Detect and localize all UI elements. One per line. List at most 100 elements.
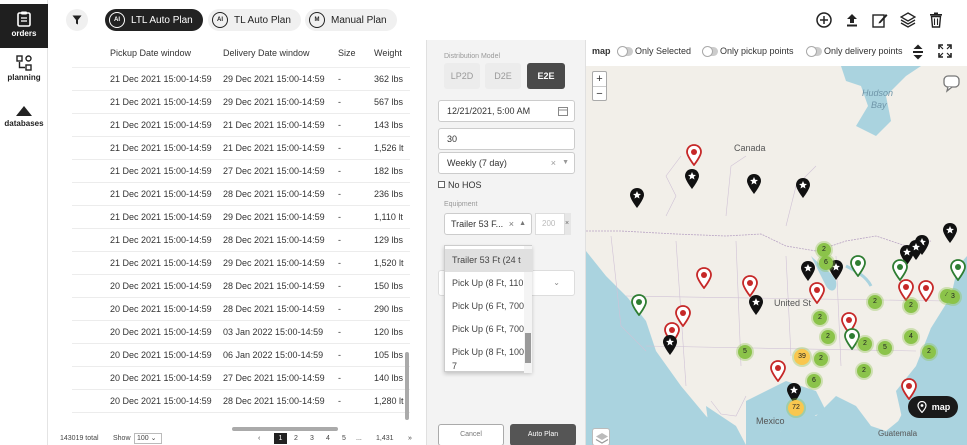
days-input[interactable]: 30 <box>438 128 575 150</box>
page-4-button[interactable]: 4 <box>326 435 330 442</box>
upload-button[interactable] <box>843 11 861 29</box>
map-cluster[interactable]: 6 <box>805 372 823 390</box>
nav-planning[interactable]: planning <box>0 55 48 91</box>
map-marker-icon[interactable] <box>942 222 958 244</box>
edit-button[interactable] <box>871 11 889 29</box>
map-view[interactable]: + − Hudson Bay Canada United St Mexico G… <box>586 66 967 445</box>
map-cluster[interactable]: 5 <box>876 339 894 357</box>
table-row[interactable]: 21 Dec 2021 15:00-14:59 28 Dec 2021 15:00… <box>72 229 410 252</box>
map-marker-icon[interactable] <box>918 280 934 302</box>
map-marker-icon[interactable] <box>800 260 816 282</box>
col-size-header[interactable]: Size <box>338 48 356 58</box>
sort-arrows-icon[interactable] <box>912 44 924 60</box>
map-marker-icon[interactable] <box>686 144 702 166</box>
table-row[interactable]: 20 Dec 2021 15:00-14:59 03 Jan 2022 15:00… <box>72 321 410 344</box>
clear-icon[interactable]: × <box>509 214 514 234</box>
col-weight-header[interactable]: Weight <box>374 48 402 58</box>
delete-button[interactable] <box>927 11 945 29</box>
ltl-auto-plan-button[interactable]: AI LTL Auto Plan <box>105 9 203 31</box>
map-marker-icon[interactable] <box>662 334 678 356</box>
map-cluster[interactable]: 2 <box>866 293 884 311</box>
map-cluster[interactable]: 2 <box>855 362 873 380</box>
dropdown-option[interactable]: Pick Up (6 Ft, 700 <box>445 295 533 318</box>
map-cluster[interactable]: 2 <box>819 328 837 346</box>
next-page-button[interactable]: » <box>408 435 412 442</box>
prev-page-button[interactable]: ‹ <box>258 435 260 442</box>
no-hos-checkbox[interactable] <box>438 181 445 188</box>
model-e2e-button[interactable]: E2E <box>527 63 565 89</box>
map-marker-icon[interactable] <box>850 255 866 277</box>
map-cluster[interactable]: 2 <box>812 350 830 368</box>
tl-auto-plan-button[interactable]: AI TL Auto Plan <box>208 9 301 31</box>
map-cluster[interactable]: 2 <box>815 241 833 259</box>
auto-plan-button[interactable]: Auto Plan <box>510 424 576 445</box>
table-row[interactable]: 21 Dec 2021 15:00-14:59 21 Dec 2021 15:00… <box>72 137 410 160</box>
dropdown-option[interactable]: Pick Up (6 Ft, 700 <box>445 318 533 341</box>
map-cluster[interactable]: 2 <box>920 343 938 361</box>
dropdown-option[interactable]: 7 <box>445 358 533 374</box>
map-layers-button[interactable] <box>592 428 610 445</box>
map-toggle-button[interactable]: map <box>908 396 958 418</box>
map-cluster[interactable]: 3 <box>944 288 962 306</box>
map-cluster[interactable]: 2 <box>856 335 874 353</box>
map-cluster[interactable]: 72 <box>786 398 806 418</box>
equipment-qty-input[interactable]: 200 <box>535 213 565 235</box>
map-marker-icon[interactable] <box>696 267 712 289</box>
only-selected-toggle[interactable] <box>617 46 633 57</box>
start-date-input[interactable]: 12/21/2021, 5:00 AM <box>438 100 575 122</box>
table-row[interactable]: 21 Dec 2021 15:00-14:59 28 Dec 2021 15:00… <box>72 183 410 206</box>
table-row[interactable]: 20 Dec 2021 15:00-14:59 28 Dec 2021 15:00… <box>72 390 410 413</box>
last-page-button[interactable]: 1,431 <box>376 435 394 442</box>
map-marker-icon[interactable] <box>770 360 786 382</box>
table-row[interactable]: 20 Dec 2021 15:00-14:59 28 Dec 2021 15:00… <box>72 275 410 298</box>
map-marker-icon[interactable] <box>684 168 700 190</box>
equipment-select[interactable]: Trailer 53 F... × ▲ <box>444 213 532 235</box>
filter-button[interactable] <box>66 9 88 31</box>
map-cluster[interactable]: 2 <box>902 297 920 315</box>
chat-icon[interactable] <box>941 72 963 94</box>
page-1-button[interactable]: 1 <box>274 433 287 444</box>
map-marker-icon[interactable] <box>631 294 647 316</box>
table-row[interactable]: 21 Dec 2021 15:00-14:59 29 Dec 2021 15:00… <box>72 206 410 229</box>
add-button[interactable] <box>815 11 833 29</box>
model-d2e-button[interactable]: D2E <box>485 63 521 89</box>
equipment-remove-icon[interactable]: × <box>565 213 571 235</box>
table-row[interactable]: 20 Dec 2021 15:00-14:59 06 Jan 2022 15:00… <box>72 344 410 367</box>
only-pickup-toggle[interactable] <box>702 46 718 57</box>
zoom-out-button[interactable]: − <box>593 86 606 101</box>
manual-plan-button[interactable]: M Manual Plan <box>305 9 397 31</box>
cancel-button[interactable]: Cancel <box>438 424 504 445</box>
map-marker-icon[interactable] <box>892 259 908 281</box>
table-horizontal-scrollbar[interactable] <box>232 427 338 431</box>
schedule-select[interactable]: Weekly (7 day) × ▼ <box>438 152 575 174</box>
only-delivery-toggle[interactable] <box>806 46 822 57</box>
clear-icon[interactable]: × <box>551 153 556 173</box>
zoom-in-button[interactable]: + <box>593 72 606 86</box>
map-marker-icon[interactable] <box>746 173 762 195</box>
model-lp2d-button[interactable]: LP2D <box>444 63 480 89</box>
map-marker-icon[interactable] <box>629 187 645 209</box>
map-marker-icon[interactable] <box>748 294 764 316</box>
col-pickup-header[interactable]: Pickup Date window <box>110 48 191 58</box>
nav-orders[interactable]: orders <box>0 4 48 48</box>
table-row[interactable]: 21 Dec 2021 15:00-14:59 29 Dec 2021 15:00… <box>72 68 410 91</box>
map-marker-icon[interactable] <box>809 282 825 304</box>
dropdown-option[interactable]: Trailer 53 Ft (24 t <box>445 249 533 272</box>
map-marker-icon[interactable] <box>950 259 966 281</box>
table-row[interactable]: 21 Dec 2021 15:00-14:59 29 Dec 2021 15:00… <box>72 252 410 275</box>
table-row[interactable]: 20 Dec 2021 15:00-14:59 27 Dec 2021 15:00… <box>72 367 410 390</box>
map-cluster[interactable]: 39 <box>792 347 812 367</box>
table-row[interactable]: 20 Dec 2021 15:00-14:59 28 Dec 2021 15:00… <box>72 298 410 321</box>
page-size-select[interactable]: 100 ⌄ <box>134 433 162 444</box>
map-marker-icon[interactable] <box>795 177 811 199</box>
table-vertical-scrollbar[interactable] <box>405 352 409 420</box>
table-row[interactable]: 21 Dec 2021 15:00-14:59 29 Dec 2021 15:00… <box>72 91 410 114</box>
col-delivery-header[interactable]: Delivery Date window <box>223 48 310 58</box>
map-cluster[interactable]: 4 <box>902 328 920 346</box>
layers-button[interactable] <box>899 11 917 29</box>
table-row[interactable]: 21 Dec 2021 15:00-14:59 21 Dec 2021 15:00… <box>72 114 410 137</box>
page-5-button[interactable]: 5 <box>342 435 346 442</box>
table-row[interactable]: 21 Dec 2021 15:00-14:59 27 Dec 2021 15:00… <box>72 160 410 183</box>
map-cluster[interactable]: 2 <box>811 309 829 327</box>
page-3-button[interactable]: 3 <box>310 435 314 442</box>
